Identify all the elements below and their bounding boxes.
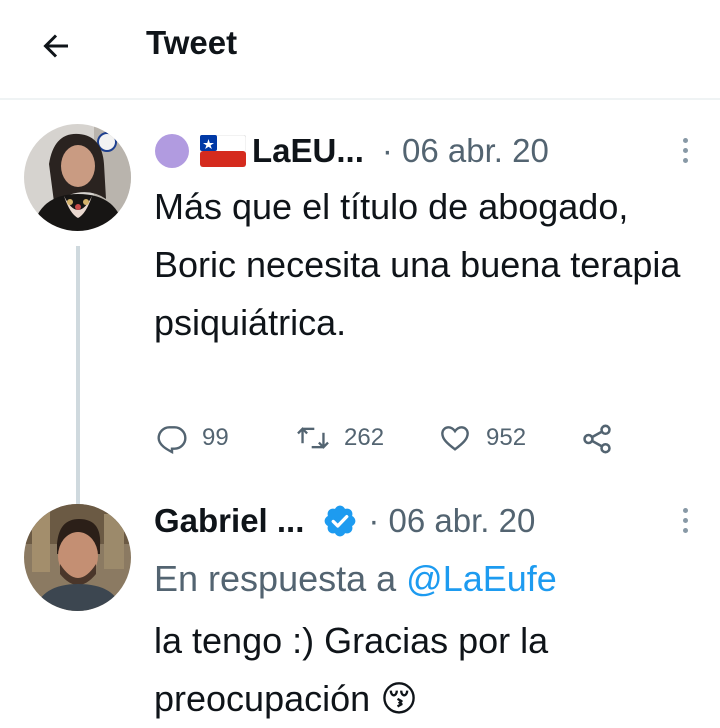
page-title: Tweet bbox=[146, 24, 238, 61]
back-arrow-icon bbox=[43, 34, 68, 58]
tweet-date[interactable]: · 06 abr. 20 bbox=[368, 502, 535, 540]
retweet-button[interactable]: 262 bbox=[296, 422, 384, 454]
thread-line bbox=[76, 480, 80, 504]
more-options-button[interactable] bbox=[680, 138, 690, 163]
avatar[interactable] bbox=[24, 124, 131, 231]
tweet-text: la tengo :) Gracias por la preocupación … bbox=[154, 612, 684, 728]
tweet-header: Gabriel ... · 06 abr. 20 bbox=[154, 496, 700, 546]
tweet-reply[interactable]: Gabriel ... · 06 abr. 20 En respuesta a … bbox=[0, 480, 720, 725]
tweet-parent[interactable]: LaEU... · 06 abr. 20 Más que el título d… bbox=[0, 100, 720, 480]
share-icon bbox=[583, 424, 611, 454]
retweet-icon bbox=[297, 427, 329, 449]
reply-icon bbox=[157, 426, 187, 454]
thread-line bbox=[76, 246, 80, 480]
tweet-text-content: la tengo :) Gracias por la preocupación bbox=[154, 620, 549, 719]
display-name[interactable]: LaEU... bbox=[252, 132, 364, 170]
kissing-face-emoji-icon: 😚 bbox=[380, 678, 418, 719]
top-bar: Tweet bbox=[0, 0, 720, 100]
reply-button[interactable]: 99 bbox=[156, 422, 229, 454]
back-button[interactable] bbox=[36, 26, 76, 66]
more-icon bbox=[682, 508, 688, 513]
tweet-text: Más que el título de abogado, Boric nece… bbox=[154, 186, 681, 343]
reply-handle-link[interactable]: @LaEufe bbox=[406, 558, 557, 599]
tweet-header: LaEU... · 06 abr. 20 bbox=[154, 126, 700, 176]
more-icon bbox=[682, 138, 688, 143]
display-name[interactable]: Gabriel ... bbox=[154, 502, 304, 540]
reply-prefix: En respuesta a bbox=[154, 558, 397, 599]
like-button[interactable]: 952 bbox=[438, 422, 526, 454]
tweet-actions: 99 262 952 bbox=[156, 422, 626, 462]
chile-flag-icon bbox=[200, 135, 246, 167]
avatar[interactable] bbox=[24, 504, 131, 611]
like-icon bbox=[441, 426, 469, 451]
retweet-count: 262 bbox=[344, 424, 385, 451]
reply-context: En respuesta a @LaEufe bbox=[154, 558, 557, 600]
tweet-date[interactable]: · 06 abr. 20 bbox=[382, 132, 549, 170]
purple-circle-emoji-icon bbox=[155, 134, 189, 168]
verified-badge-icon bbox=[325, 505, 356, 537]
more-options-button[interactable] bbox=[680, 508, 690, 533]
share-button[interactable] bbox=[580, 422, 614, 456]
like-count: 952 bbox=[486, 424, 527, 451]
reply-count: 99 bbox=[202, 424, 229, 451]
